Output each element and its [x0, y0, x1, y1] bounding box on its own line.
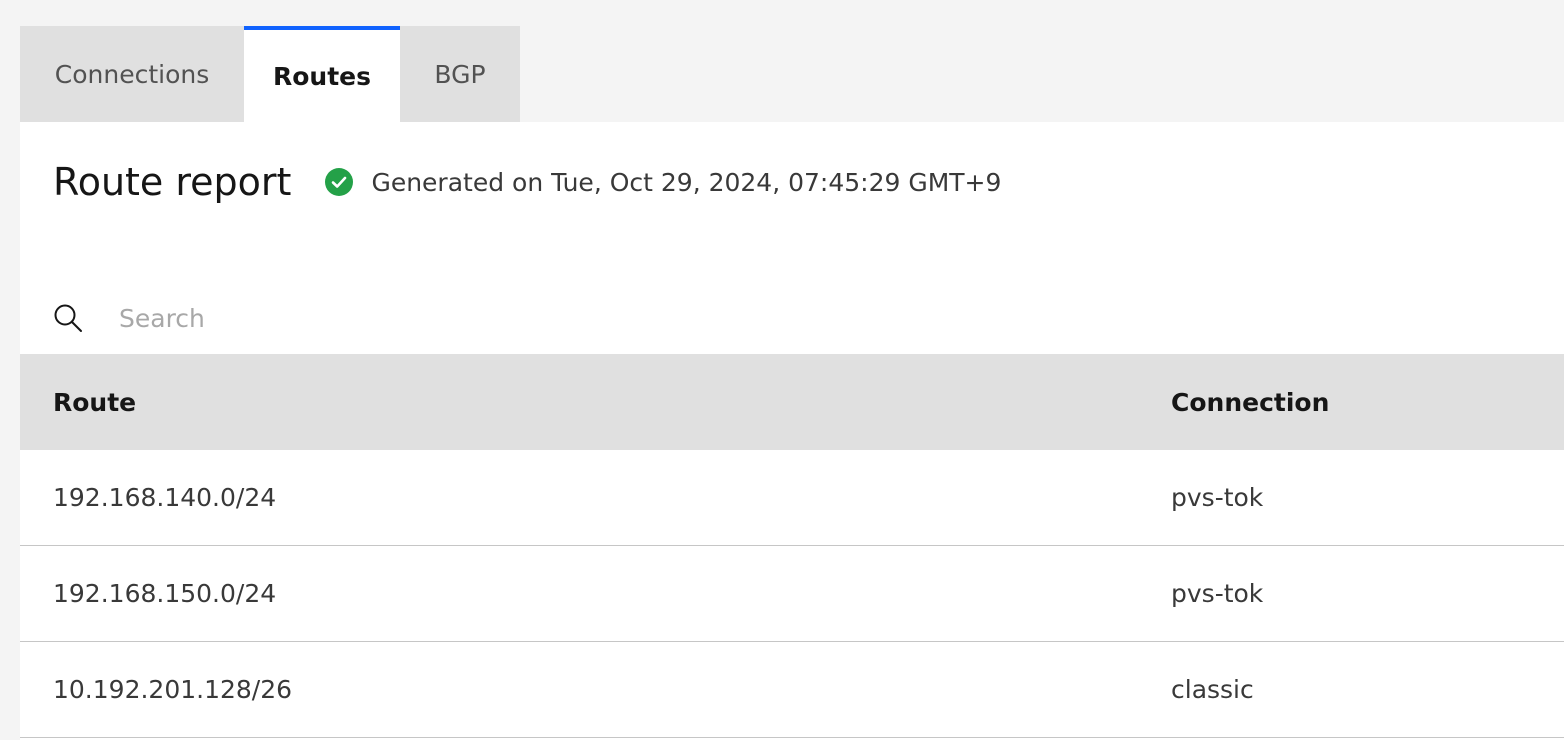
report-header: Route report Generated on Tue, Oct 29, 2… [53, 160, 1001, 204]
connection-cell: classic [1171, 675, 1254, 704]
tab-label: BGP [434, 59, 486, 89]
generated-timestamp: Generated on Tue, Oct 29, 2024, 07:45:29… [371, 167, 1002, 197]
tab-connections[interactable]: Connections [20, 26, 244, 122]
search-bar [20, 282, 1564, 354]
table-header: Route Connection [20, 354, 1564, 450]
checkmark-filled-icon [325, 168, 354, 196]
page-title: Route report [53, 160, 292, 204]
column-header-route[interactable]: Route [20, 388, 1171, 417]
route-cell: 10.192.201.128/26 [53, 675, 293, 704]
route-cell: 192.168.140.0/24 [53, 483, 277, 512]
connection-cell: pvs-tok [1171, 579, 1264, 608]
status-message: Generated on Tue, Oct 29, 2024, 07:45:29… [325, 168, 1001, 197]
column-header-connection[interactable]: Connection [1171, 388, 1564, 417]
search-icon [54, 304, 82, 332]
tab-routes[interactable]: Routes [244, 26, 400, 122]
search-input[interactable] [117, 302, 1421, 334]
tab-bar: Connections Routes BGP [20, 26, 520, 122]
routes-table: Route Connection 192.168.140.0/24 pvs-to… [20, 354, 1564, 738]
tab-label: Connections [54, 59, 210, 89]
route-cell: 192.168.150.0/24 [53, 579, 277, 608]
tab-bgp[interactable]: BGP [400, 26, 520, 122]
table-row[interactable]: 10.192.201.128/26 classic [20, 642, 1564, 738]
connection-cell: pvs-tok [1171, 483, 1264, 512]
table-row[interactable]: 192.168.140.0/24 pvs-tok [20, 450, 1564, 546]
routes-panel: Route report Generated on Tue, Oct 29, 2… [20, 122, 1564, 740]
tab-label: Routes [272, 61, 371, 91]
table-row[interactable]: 192.168.150.0/24 pvs-tok [20, 546, 1564, 642]
